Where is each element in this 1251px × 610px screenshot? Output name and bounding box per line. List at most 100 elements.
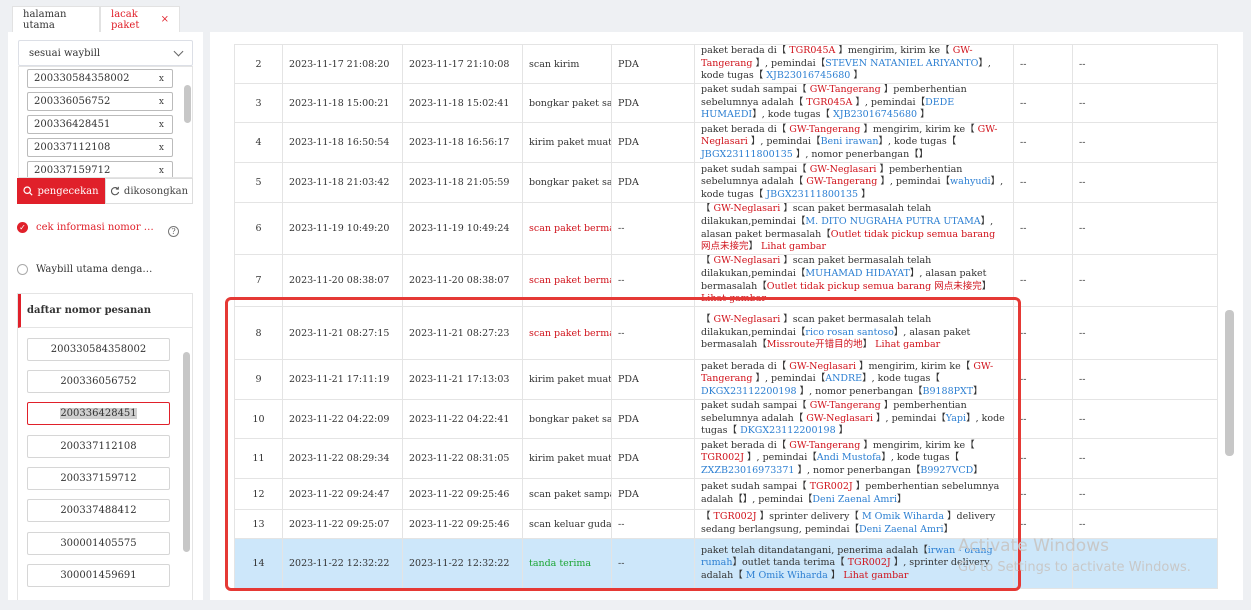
- search-panel: sesuai waybill 200330584358002 x 20033605…: [8, 32, 203, 600]
- upload-time: 2023-11-21 08:27:23: [402, 306, 523, 360]
- info-segment: 】: [981, 280, 992, 292]
- waybill-tag[interactable]: 200336428451 x: [27, 115, 173, 134]
- device: PDA: [611, 83, 695, 123]
- search-mode-select[interactable]: sesuai waybill: [18, 40, 193, 66]
- device: --: [611, 254, 695, 307]
- tracking-table: 2 2023-11-17 21:08:20 2023-11-17 21:10:08 s…: [234, 44, 1218, 589]
- view-image-link[interactable]: Lihat gambar: [875, 339, 940, 350]
- waybill-tag[interactable]: 200337112108 x: [27, 138, 173, 157]
- info-segment: 】, pemindai【: [752, 57, 826, 69]
- order-item[interactable]: 200336056752: [27, 370, 170, 393]
- tracking-row[interactable]: 9 2023-11-21 17:11:19 2023-11-21 17:13:03 k…: [234, 359, 1218, 400]
- waybill-tag[interactable]: 200337159712 x: [27, 161, 173, 177]
- close-icon[interactable]: x: [159, 97, 164, 107]
- device: --: [611, 306, 695, 360]
- tracking-row[interactable]: 6 2023-11-19 10:49:20 2023-11-19 10:49:24 s…: [234, 202, 1218, 255]
- row-number: 5: [234, 162, 283, 203]
- device: PDA: [611, 44, 695, 84]
- scan-time: 2023-11-20 08:38:07: [282, 254, 403, 307]
- info-segment: 】, pemindai【: [752, 373, 826, 385]
- info-segment: Beni irawan: [820, 136, 879, 148]
- clear-button[interactable]: dikosongkan: [105, 178, 193, 204]
- tab-track-package[interactable]: lacak paket ×: [100, 6, 180, 32]
- tracking-row[interactable]: 11 2023-11-22 08:29:34 2023-11-22 08:31:05…: [234, 438, 1218, 479]
- tab-home-label: halaman utama: [23, 8, 67, 31]
- chevron-down-icon: [173, 46, 184, 56]
- upload-time: 2023-11-21 17:13:03: [402, 359, 523, 400]
- upload-time: 2023-11-17 21:10:08: [402, 44, 523, 84]
- order-list-scrollbar[interactable]: [183, 352, 190, 552]
- tab-home[interactable]: halaman utama: [12, 6, 100, 32]
- row-number: 2: [234, 44, 283, 84]
- row-number: 9: [234, 359, 283, 400]
- tracking-row[interactable]: 13 2023-11-22 09:25:07 2023-11-22 09:25:46…: [234, 509, 1218, 539]
- help-icon[interactable]: ?: [168, 226, 179, 237]
- close-icon[interactable]: x: [159, 166, 164, 176]
- order-item[interactable]: 200337112108: [27, 435, 170, 458]
- tracking-row[interactable]: 4 2023-11-18 16:50:54 2023-11-18 16:56:17 k…: [234, 122, 1218, 163]
- tracking-row[interactable]: 12 2023-11-22 09:24:47 2023-11-22 09:25:46…: [234, 478, 1218, 510]
- scrollbar-thumb[interactable]: [184, 85, 191, 123]
- order-item[interactable]: 200330584358002: [27, 338, 170, 361]
- info-segment: TGR002J: [847, 557, 891, 569]
- view-image-link[interactable]: Lihat gambar: [843, 570, 908, 581]
- table-scrollbar[interactable]: [1225, 310, 1234, 456]
- view-image-link[interactable]: Lihat gambar: [761, 241, 826, 252]
- extra-col-2: --: [1072, 254, 1218, 307]
- info-segment: rico rosan santoso: [805, 326, 894, 338]
- order-item[interactable]: 200337488412: [27, 499, 170, 522]
- option-main-waybill[interactable]: Waybill utama denga…: [17, 264, 152, 275]
- order-item[interactable]: 200337159712: [27, 467, 170, 490]
- info-segment: paket sudah sampai【: [701, 400, 810, 412]
- search-button[interactable]: pengecekan: [17, 178, 105, 204]
- option-check-info[interactable]: ✓ cek informasi nomor …: [17, 222, 154, 233]
- action-type: bongkar paket samp: [522, 162, 612, 203]
- row-number: 10: [234, 399, 283, 439]
- tracking-row[interactable]: 3 2023-11-18 15:00:21 2023-11-18 15:02:41 b…: [234, 83, 1218, 123]
- info-segment: 】mengirim, kirim ke【: [856, 360, 974, 372]
- extra-col-1: --: [1013, 478, 1073, 510]
- action-type: kirim paket muatan: [522, 359, 612, 400]
- tracking-info: paket sudah sampai【 TGR002J 】pemberhenti…: [694, 478, 1014, 510]
- extra-col-1: --: [1013, 509, 1073, 539]
- upload-time: 2023-11-22 09:25:46: [402, 478, 523, 510]
- tracking-row[interactable]: 10 2023-11-22 04:22:09 2023-11-22 04:22:41…: [234, 399, 1218, 439]
- tracking-row[interactable]: 5 2023-11-18 21:03:42 2023-11-18 21:05:59 b…: [234, 162, 1218, 203]
- waybill-tag[interactable]: 200336056752 x: [27, 92, 173, 111]
- tracking-row[interactable]: 7 2023-11-20 08:38:07 2023-11-20 08:38:07 s…: [234, 254, 1218, 307]
- close-icon[interactable]: x: [159, 74, 164, 84]
- tracking-panel: 2 2023-11-17 21:08:20 2023-11-17 21:10:08 s…: [210, 32, 1243, 600]
- waybill-scrollbar[interactable]: [182, 71, 192, 175]
- waybill-tag[interactable]: 200330584358002 x: [27, 69, 173, 88]
- close-icon[interactable]: x: [159, 120, 164, 130]
- tab-bar: halaman utama lacak paket ×: [0, 0, 1251, 32]
- device: PDA: [611, 162, 695, 203]
- row-number: 13: [234, 509, 283, 539]
- view-image-link[interactable]: Lihat gambar: [701, 293, 766, 304]
- waybill-input-list[interactable]: 200330584358002 x 200336056752 x 200336428…: [18, 66, 193, 178]
- upload-time: 2023-11-18 15:02:41: [402, 83, 523, 123]
- tracking-row[interactable]: 2 2023-11-17 21:08:20 2023-11-17 21:10:08 s…: [234, 44, 1218, 84]
- info-segment: TGR045A: [789, 45, 836, 57]
- close-icon[interactable]: x: [159, 143, 164, 153]
- extra-col-1: --: [1013, 122, 1073, 163]
- extra-col-2: --: [1072, 509, 1218, 539]
- close-icon[interactable]: ×: [161, 14, 169, 25]
- info-segment: ANDRE: [825, 373, 863, 385]
- info-segment: paket berada di【: [701, 123, 790, 135]
- row-number: 4: [234, 122, 283, 163]
- info-segment: M. DITO NUGRAHA PUTRA UTAMA: [805, 215, 981, 227]
- info-segment: JBGX23111800135: [766, 188, 859, 200]
- tracking-row[interactable]: 8 2023-11-21 08:27:15 2023-11-21 08:27:23 s…: [234, 306, 1218, 360]
- info-segment: GW-Neglasari: [713, 314, 781, 326]
- order-item-selected[interactable]: 200336428451: [27, 402, 170, 425]
- info-segment: paket berada di【: [701, 439, 790, 451]
- info-segment: 】: [917, 109, 930, 121]
- info-segment: 】, kode tugas【: [862, 373, 940, 385]
- action-type: scan paket bermasa: [522, 306, 612, 360]
- action-type: kirim paket muatan: [522, 122, 612, 163]
- order-item[interactable]: 300001405575: [27, 532, 170, 555]
- option-check-info-label: cek informasi nomor …: [36, 222, 154, 233]
- order-item[interactable]: 300001459691: [27, 564, 170, 587]
- info-segment: 】, nomor penerbangan【】: [792, 148, 929, 160]
